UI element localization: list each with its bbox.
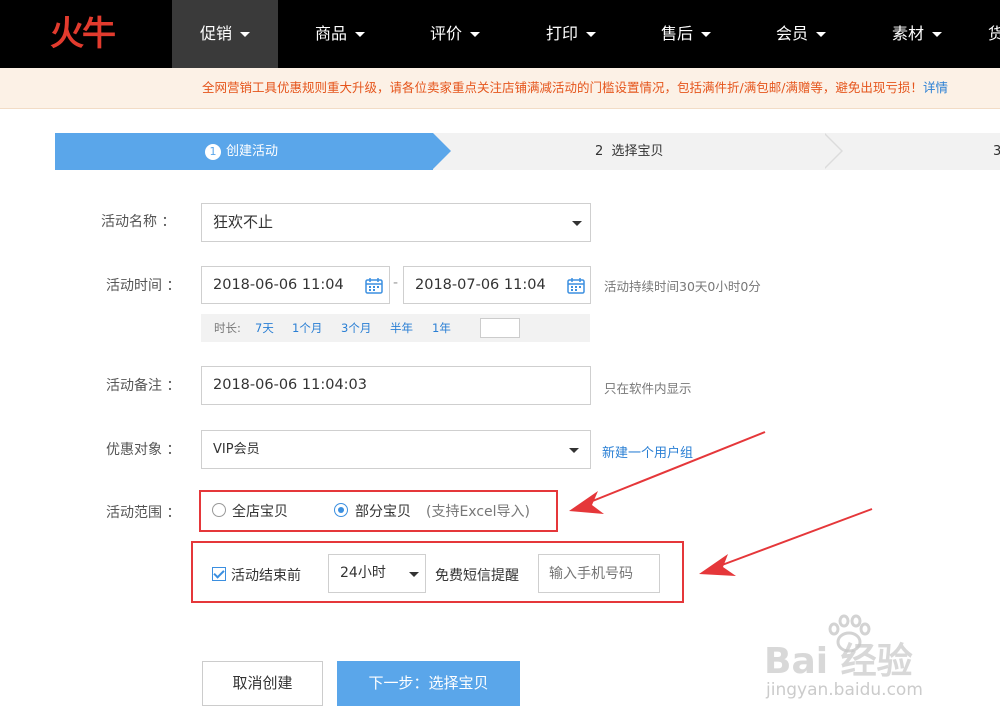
arrow-head-icon bbox=[569, 491, 604, 514]
step-2-label: 2 选择宝贝 bbox=[595, 144, 664, 159]
step-1-arrow bbox=[433, 133, 451, 169]
activity-name-value: 狂欢不止 bbox=[213, 213, 274, 231]
nav-item-promotion[interactable]: 促销 bbox=[172, 0, 278, 68]
scope-all-label[interactable]: 全店宝贝 bbox=[232, 501, 288, 521]
duration-option-1y[interactable]: 1年 bbox=[432, 314, 451, 342]
cancel-create-button[interactable]: 取消创建 bbox=[202, 661, 323, 706]
activity-note-input[interactable]: 2018-06-06 11:04:03 bbox=[201, 366, 591, 405]
notice-detail-link[interactable]: 详情 bbox=[923, 80, 948, 95]
chevron-down-icon bbox=[572, 221, 582, 226]
step-2-number: 2 bbox=[595, 144, 604, 159]
phone-input[interactable] bbox=[538, 554, 660, 593]
activity-name-label: 活动名称 ： bbox=[101, 214, 176, 230]
nav-item-label: 打印 bbox=[546, 24, 579, 43]
caret-down-icon bbox=[816, 32, 827, 37]
caret-down-icon bbox=[701, 32, 712, 37]
nav-item-label: 商品 bbox=[315, 24, 348, 43]
chevron-down-icon bbox=[409, 572, 419, 577]
nav-item-materials[interactable]: 素材 bbox=[892, 0, 943, 68]
calendar-icon[interactable] bbox=[365, 277, 383, 294]
step-3-label: 3 bbox=[993, 133, 1000, 170]
remind-checkbox-label[interactable]: 活动结束前 bbox=[231, 565, 301, 585]
calendar-icon[interactable] bbox=[567, 277, 585, 294]
arrow-head-icon bbox=[699, 554, 736, 576]
watermark-url: jingyan.baidu.com bbox=[766, 680, 923, 700]
activity-name-select[interactable]: 狂欢不止 bbox=[201, 203, 591, 242]
duration-option-1m[interactable]: 1个月 bbox=[292, 314, 322, 342]
notice-bar: 全网营销工具优惠规则重大升级，请各位卖家重点关注店铺满减活动的门槛设置情况，包括… bbox=[0, 68, 1000, 109]
notice-text: 全网营销工具优惠规则重大升级，请各位卖家重点关注店铺满减活动的门槛设置情况，包括… bbox=[202, 80, 923, 95]
caret-down-icon bbox=[355, 32, 366, 37]
duration-custom-input[interactable] bbox=[480, 318, 520, 338]
activity-scope-label: 活动范围 ： bbox=[106, 505, 181, 521]
duration-option-7d[interactable]: 7天 bbox=[255, 314, 274, 342]
step-1-label: 1 创建活动 bbox=[205, 133, 278, 170]
next-step-button[interactable]: 下一步：选择宝贝 bbox=[337, 661, 520, 706]
duration-prefix: 时长: bbox=[214, 321, 241, 335]
activity-note-label: 活动备注 ： bbox=[106, 378, 181, 394]
nav-item-label: 会员 bbox=[776, 24, 809, 43]
nav-item-label: 货 bbox=[988, 24, 1000, 43]
step-1-number: 1 bbox=[205, 144, 221, 160]
nav-item-label: 评价 bbox=[430, 24, 463, 43]
caret-down-icon bbox=[240, 32, 251, 37]
caret-down-icon bbox=[586, 32, 597, 37]
note-hint: 只在软件内显示 bbox=[604, 381, 692, 396]
scope-all-radio[interactable] bbox=[212, 503, 226, 517]
scope-part-note: (支持Excel导入) bbox=[426, 504, 531, 520]
nav-item-more[interactable]: 货 bbox=[988, 0, 1000, 68]
duration-quick-select: 时长: 7天 1个月 3个月 半年 1年 bbox=[201, 314, 590, 342]
nav-item-aftersale[interactable]: 售后 bbox=[661, 0, 712, 68]
caret-down-icon bbox=[932, 32, 943, 37]
start-time-input[interactable]: 2018-06-06 11:04 bbox=[201, 266, 390, 304]
nav-item-label: 素材 bbox=[892, 24, 925, 43]
step-3-number: 3 bbox=[993, 144, 1000, 159]
logo[interactable]: 火牛 bbox=[50, 10, 136, 58]
nav-item-members[interactable]: 会员 bbox=[776, 0, 827, 68]
activity-time-label: 活动时间 ： bbox=[106, 278, 181, 294]
discount-target-label: 优惠对象 ： bbox=[106, 442, 181, 458]
duration-option-half-year[interactable]: 半年 bbox=[390, 314, 413, 342]
end-time-input[interactable]: 2018-07-06 11:04 bbox=[403, 266, 591, 304]
nav-item-reviews[interactable]: 评价 bbox=[430, 0, 481, 68]
caret-down-icon bbox=[470, 32, 481, 37]
remind-checkbox[interactable] bbox=[212, 567, 226, 581]
nav-item-label: 售后 bbox=[661, 24, 694, 43]
duration-option-3m[interactable]: 3个月 bbox=[341, 314, 371, 342]
chevron-down-icon bbox=[569, 448, 579, 453]
top-nav: 火牛 促销 商品 评价 打印 售后 会员 素材 货 bbox=[0, 0, 1000, 68]
new-user-group-link[interactable]: 新建一个用户组 bbox=[602, 442, 693, 461]
discount-target-select[interactable]: VIP会员 bbox=[201, 430, 591, 469]
time-separator: - bbox=[393, 275, 399, 291]
scope-part-radio[interactable] bbox=[334, 503, 348, 517]
scope-part-label[interactable]: 部分宝贝 bbox=[355, 501, 411, 521]
remind-time-select[interactable]: 24小时 bbox=[328, 554, 426, 593]
nav-item-goods[interactable]: 商品 bbox=[315, 0, 366, 68]
remind-sms-label: 免费短信提醒 bbox=[435, 568, 519, 584]
nav-item-label: 促销 bbox=[200, 24, 233, 43]
duration-text: 活动持续时间30天0小时0分 bbox=[604, 279, 761, 294]
step-progress: 1 创建活动 2 选择宝贝 3 bbox=[55, 133, 1000, 170]
watermark-title: Bai 经验 bbox=[764, 641, 913, 682]
baidu-watermark: Bai 经验 jingyan.baidu.com bbox=[764, 614, 984, 714]
nav-item-print[interactable]: 打印 bbox=[546, 0, 597, 68]
annotation-arrow-2 bbox=[721, 508, 873, 566]
